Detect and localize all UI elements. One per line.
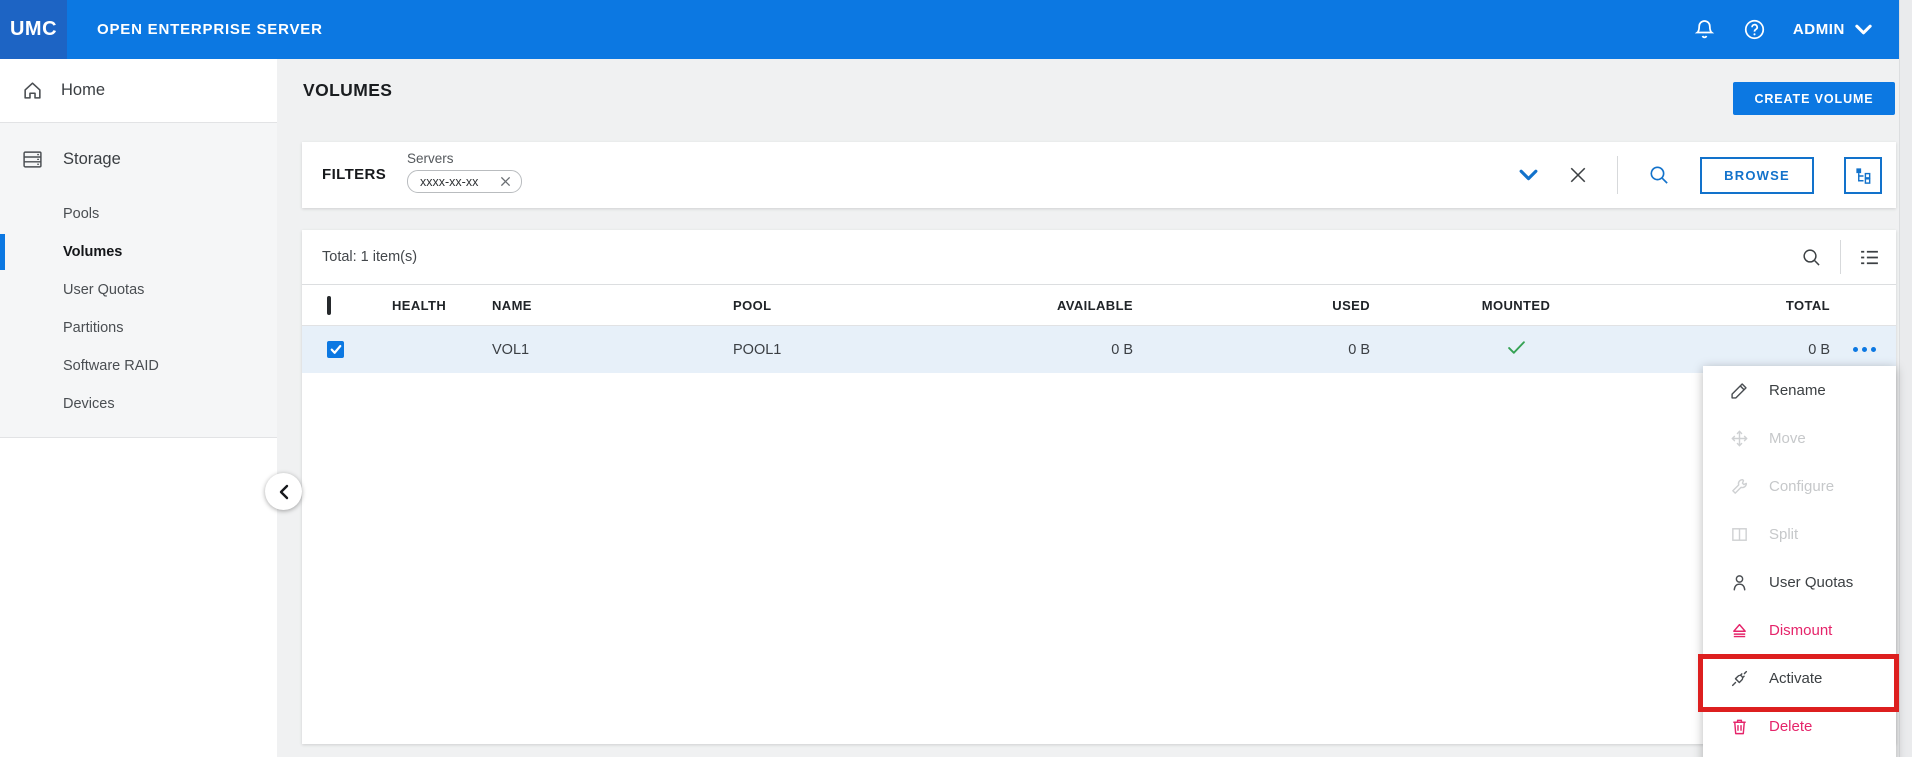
volumes-table: Total: 1 item(s) HEALTH NAME POOL AVAILA… bbox=[302, 230, 1896, 744]
row-actions-menu-button[interactable] bbox=[1838, 347, 1896, 352]
search-icon[interactable] bbox=[1648, 164, 1670, 186]
user-name: ADMIN bbox=[1792, 21, 1845, 38]
menu-item-activate[interactable]: Activate bbox=[1703, 654, 1896, 702]
remove-filter-icon[interactable] bbox=[500, 176, 511, 187]
table-search-icon[interactable] bbox=[1801, 247, 1822, 268]
help-icon[interactable] bbox=[1743, 18, 1767, 42]
mounted-check-icon bbox=[1377, 340, 1655, 359]
clear-filters-icon[interactable] bbox=[1569, 166, 1587, 184]
eject-icon bbox=[1729, 620, 1749, 640]
column-header-pool[interactable]: POOL bbox=[725, 298, 1035, 313]
row-context-menu: Rename Move Configure Split User Quotas bbox=[1703, 366, 1896, 757]
topbar-actions: ADMIN bbox=[1693, 18, 1899, 42]
browse-button[interactable]: BROWSE bbox=[1700, 156, 1814, 194]
column-header-used[interactable]: USED bbox=[1140, 298, 1377, 313]
browse-tree-view-button[interactable] bbox=[1844, 156, 1882, 194]
table-row[interactable]: VOL1 POOL1 0 B 0 B 0 B bbox=[302, 326, 1896, 373]
list-view-icon[interactable] bbox=[1859, 248, 1880, 267]
servers-filter-group: Servers xxxx-xx-xx bbox=[407, 151, 523, 193]
table-toolbar-icons bbox=[1801, 240, 1896, 274]
storage-subnav: Pools Volumes User Quotas Partitions Sof… bbox=[0, 195, 277, 423]
total-value: 0 B bbox=[1808, 341, 1830, 358]
column-header-mounted[interactable]: MOUNTED bbox=[1377, 298, 1655, 313]
split-icon bbox=[1729, 524, 1749, 544]
menu-item-user-quotas[interactable]: User Quotas bbox=[1703, 558, 1896, 606]
page-title: VOLUMES bbox=[303, 80, 393, 100]
menu-item-delete[interactable]: Delete bbox=[1703, 702, 1896, 750]
filters-actions: BROWSE bbox=[1518, 142, 1882, 208]
collapse-sidebar-button[interactable] bbox=[265, 473, 302, 510]
filters-label: FILTERS bbox=[322, 166, 387, 183]
pencil-icon bbox=[1729, 380, 1749, 400]
tree-icon bbox=[1855, 167, 1870, 184]
storage-section: Storage Pools Volumes User Quotas Partit… bbox=[0, 123, 277, 438]
chevron-down-icon bbox=[1855, 24, 1872, 34]
filters-panel: FILTERS Servers xxxx-xx-xx BROWSE bbox=[302, 142, 1896, 208]
menu-item-configure[interactable]: Configure bbox=[1703, 462, 1896, 510]
top-bar: UMC OPEN ENTERPRISE SERVER ADMIN bbox=[0, 0, 1899, 59]
menu-item-split[interactable]: Split bbox=[1703, 510, 1896, 558]
volume-name[interactable]: VOL1 bbox=[480, 342, 725, 358]
move-icon bbox=[1729, 428, 1749, 448]
sidebar-item-user-quotas[interactable]: User Quotas bbox=[0, 271, 277, 309]
sidebar-item-label: Storage bbox=[63, 149, 121, 168]
home-icon bbox=[24, 82, 41, 99]
chevron-left-icon bbox=[279, 484, 288, 499]
sidebar-item-software-raid[interactable]: Software RAID bbox=[0, 347, 277, 385]
column-header-health[interactable]: HEALTH bbox=[378, 298, 480, 313]
create-volume-button[interactable]: CREATE VOLUME bbox=[1733, 82, 1895, 115]
storage-icon bbox=[23, 150, 42, 168]
sidebar-item-partitions[interactable]: Partitions bbox=[0, 309, 277, 347]
sidebar-item-label: Home bbox=[61, 81, 106, 99]
notifications-bell-icon[interactable] bbox=[1693, 18, 1717, 42]
person-icon bbox=[1729, 572, 1749, 592]
total-items-count: Total: 1 item(s) bbox=[322, 249, 418, 265]
used-value: 0 B bbox=[1348, 341, 1370, 358]
server-filter-chip-value: xxxx-xx-xx bbox=[420, 174, 479, 189]
column-header-available[interactable]: AVAILABLE bbox=[1035, 298, 1140, 313]
sidebar-item-pools[interactable]: Pools bbox=[0, 195, 277, 233]
pool-name: POOL1 bbox=[733, 341, 782, 358]
sidebar-item-storage[interactable]: Storage bbox=[0, 123, 277, 195]
menu-item-rename[interactable]: Rename bbox=[1703, 366, 1896, 414]
umc-logo[interactable]: UMC bbox=[0, 0, 67, 59]
divider bbox=[1840, 240, 1841, 274]
user-menu[interactable]: ADMIN bbox=[1793, 21, 1873, 38]
available-value: 0 B bbox=[1111, 341, 1133, 358]
umc-console-screen: UMC OPEN ENTERPRISE SERVER ADMIN Home St… bbox=[0, 0, 1912, 757]
trash-icon bbox=[1729, 716, 1749, 736]
plug-icon bbox=[1729, 668, 1749, 688]
server-filter-chip[interactable]: xxxx-xx-xx bbox=[407, 170, 523, 193]
wrench-icon bbox=[1729, 476, 1749, 496]
select-all-checkbox[interactable] bbox=[327, 295, 331, 315]
column-header-total[interactable]: TOTAL bbox=[1655, 298, 1838, 313]
column-header-name[interactable]: NAME bbox=[480, 298, 725, 313]
table-header-row: HEALTH NAME POOL AVAILABLE USED MOUNTED … bbox=[302, 285, 1896, 326]
sidebar-item-volumes[interactable]: Volumes bbox=[0, 233, 277, 271]
row-checkbox[interactable] bbox=[327, 341, 344, 358]
sidebar-item-devices[interactable]: Devices bbox=[0, 385, 277, 423]
table-toolbar: Total: 1 item(s) bbox=[302, 230, 1896, 285]
servers-filter-label: Servers bbox=[407, 151, 454, 166]
menu-item-move[interactable]: Move bbox=[1703, 414, 1896, 462]
menu-item-dismount[interactable]: Dismount bbox=[1703, 606, 1896, 654]
divider bbox=[1617, 156, 1618, 194]
page-scrollbar[interactable] bbox=[1899, 0, 1912, 757]
sidebar: Home Storage Pools Volumes User Quotas P… bbox=[0, 59, 277, 757]
product-title: OPEN ENTERPRISE SERVER bbox=[97, 21, 323, 38]
expand-filters-chevron-icon[interactable] bbox=[1518, 168, 1539, 183]
sidebar-item-home[interactable]: Home bbox=[0, 59, 277, 123]
